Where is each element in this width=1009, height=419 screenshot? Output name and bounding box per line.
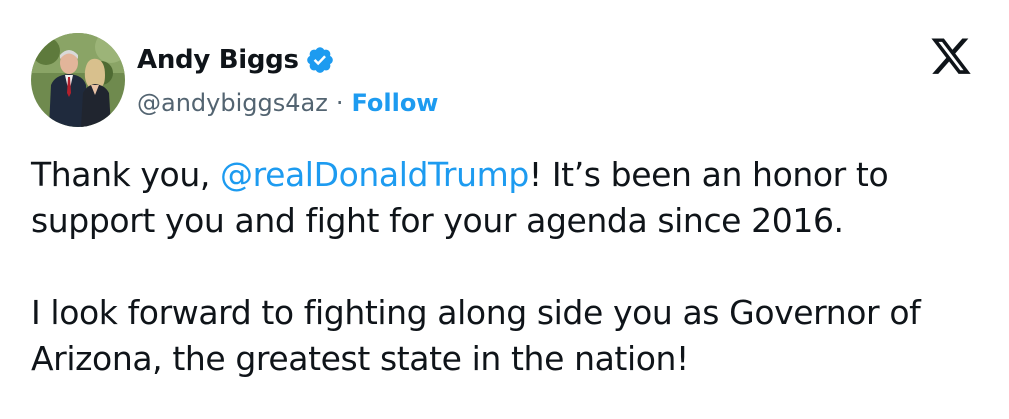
post-text: Thank you, @realDonaldTrump! It’s been a… (31, 152, 991, 382)
author-display-name[interactable]: Andy Biggs (137, 45, 299, 75)
follow-button[interactable]: Follow (351, 89, 438, 117)
separator-dot: · (335, 89, 344, 117)
author-name-row: Andy Biggs (137, 40, 335, 80)
avatar[interactable] (31, 33, 125, 127)
verified-badge-icon (305, 45, 335, 75)
post-text-intro: Thank you, (31, 155, 221, 194)
x-logo-icon[interactable] (928, 38, 974, 78)
mention-link[interactable]: @realDonaldTrump (220, 155, 529, 194)
post-card: Andy Biggs @andybiggs4az · Follow Thank … (0, 0, 1009, 419)
post-paragraph-2: I look forward to fighting along side yo… (31, 293, 921, 378)
author-handle-row: @andybiggs4az · Follow (137, 85, 438, 121)
author-handle[interactable]: @andybiggs4az (137, 89, 328, 117)
post-paragraph-1: Thank you, @realDonaldTrump! It’s been a… (31, 152, 991, 244)
avatar-photo (31, 33, 125, 127)
